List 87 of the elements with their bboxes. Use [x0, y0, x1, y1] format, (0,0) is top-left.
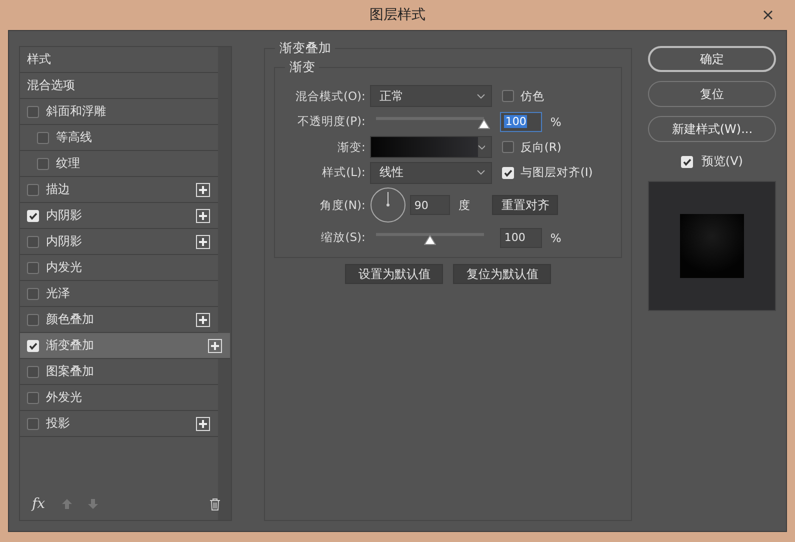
group-title: 渐变叠加	[275, 41, 336, 55]
style-label: 外发光	[46, 389, 82, 406]
field-label: 角度(N):	[318, 198, 366, 212]
checkbox-label: 预览(V)	[701, 153, 743, 170]
style-label: 内阴影	[46, 233, 82, 250]
close-icon[interactable]	[763, 10, 773, 20]
opacity-input[interactable]: 100	[500, 112, 542, 132]
style-label: 描边	[46, 181, 70, 198]
checkbox[interactable]	[27, 288, 39, 300]
style-label: 内阴影	[46, 207, 82, 224]
style-label: 投影	[46, 415, 70, 432]
checkbox-label: 与图层对齐(I)	[520, 165, 593, 180]
style-list-item[interactable]: 混合选项	[20, 73, 218, 99]
style-list-item[interactable]: 光泽	[20, 281, 218, 307]
unit-label: %	[550, 230, 562, 244]
checkbox[interactable]	[37, 158, 49, 170]
style-list-item[interactable]: 斜面和浮雕	[20, 99, 218, 125]
checkbox[interactable]	[27, 366, 39, 378]
plus-icon[interactable]	[196, 208, 210, 222]
default-button[interactable]: 复位为默认值	[453, 264, 552, 284]
dialog-button[interactable]: 确定	[648, 46, 776, 72]
style-label: 光泽	[46, 285, 70, 302]
gradient-picker[interactable]	[370, 136, 492, 158]
checkbox[interactable]	[27, 184, 39, 196]
window-title: 图层样式	[370, 6, 426, 24]
style-label: 内发光	[46, 259, 82, 276]
style-list-item[interactable]: 纹理	[20, 151, 218, 177]
preview-swatch	[680, 214, 744, 278]
style-list-item[interactable]: 描边	[20, 177, 218, 203]
field-label: 混合模式(O):	[294, 88, 366, 104]
style-dropdown[interactable]: 线性	[370, 162, 492, 184]
unit-label: 度	[458, 198, 470, 212]
checkbox[interactable]	[502, 141, 514, 153]
group-title: 渐变	[285, 60, 320, 74]
style-label: 斜面和浮雕	[46, 103, 106, 120]
style-list-item[interactable]: 渐变叠加	[20, 333, 230, 359]
down-arrow-icon[interactable]	[87, 498, 100, 510]
scale-input[interactable]: 100	[500, 228, 542, 248]
plus-icon[interactable]	[208, 338, 222, 352]
style-list-item[interactable]: 外发光	[20, 385, 218, 411]
checkbox[interactable]	[27, 392, 39, 404]
style-list-item[interactable]: 内发光	[20, 255, 218, 281]
checkbox[interactable]	[27, 418, 39, 430]
plus-icon[interactable]	[196, 182, 210, 196]
plus-icon[interactable]	[196, 234, 210, 248]
chevron-down-icon	[477, 94, 486, 98]
field-label: 渐变:	[336, 140, 366, 154]
style-list-item[interactable]: 内阴影	[20, 203, 218, 229]
style-list-item[interactable]: 等高线	[20, 125, 218, 151]
checkbox[interactable]	[27, 262, 39, 274]
style-list-item[interactable]: 图案叠加	[20, 359, 218, 385]
style-label: 颜色叠加	[46, 311, 94, 328]
style-label: 样式	[27, 51, 51, 68]
checkbox[interactable]	[27, 106, 39, 118]
style-label: 等高线	[56, 129, 92, 146]
plus-icon[interactable]	[196, 312, 210, 326]
field-label: 不透明度(P):	[296, 114, 366, 129]
effects-button[interactable]: fx	[30, 496, 48, 512]
trash-icon[interactable]	[209, 498, 222, 510]
unit-label: %	[550, 114, 562, 128]
angle-dial[interactable]	[370, 187, 406, 223]
style-list-item[interactable]: 样式	[20, 47, 218, 73]
chevron-down-icon	[477, 170, 486, 175]
checkbox[interactable]	[27, 314, 39, 326]
style-label: 渐变叠加	[46, 337, 94, 354]
style-list-item[interactable]: 内阴影	[20, 229, 218, 255]
field-label: 样式(L):	[321, 165, 366, 180]
checkbox[interactable]	[37, 132, 49, 144]
field-label: 缩放(S):	[320, 230, 366, 245]
blend-mode-dropdown[interactable]: 正常	[370, 85, 492, 107]
dialog-button[interactable]: 复位	[648, 81, 776, 107]
default-button[interactable]: 设置为默认值	[345, 264, 444, 284]
style-label: 图案叠加	[46, 363, 94, 380]
style-list-item[interactable]: 投影	[20, 411, 218, 437]
style-label: 混合选项	[27, 77, 75, 94]
checkbox-label: 仿色	[520, 88, 544, 104]
checkbox[interactable]	[502, 90, 514, 102]
style-label: 纹理	[56, 155, 80, 172]
plus-icon[interactable]	[196, 416, 210, 430]
reset-align-button[interactable]: 重置对齐	[492, 195, 558, 215]
slider-thumb[interactable]	[478, 118, 490, 128]
up-arrow-icon[interactable]	[61, 498, 74, 510]
angle-input[interactable]: 90	[410, 195, 450, 215]
dialog-button[interactable]: 新建样式(W)...	[648, 116, 776, 142]
chevron-down-icon	[478, 144, 486, 150]
checkbox[interactable]	[27, 236, 39, 248]
checkbox-label: 反向(R)	[520, 140, 562, 154]
